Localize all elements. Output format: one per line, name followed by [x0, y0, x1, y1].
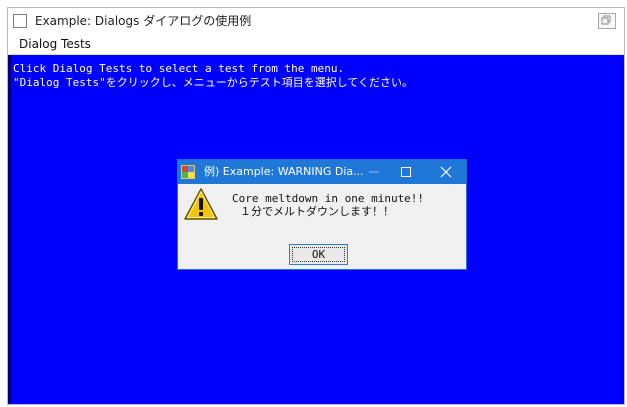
restore-button[interactable] — [598, 13, 616, 29]
minimize-icon — [369, 171, 379, 173]
dialog-titlebar[interactable]: 例) Example: WARNING Dia... — [178, 160, 466, 184]
menu-bar: Dialog Tests — [8, 35, 624, 55]
ok-button[interactable]: OK — [289, 244, 348, 265]
close-icon — [440, 166, 452, 178]
dialog-message-line-1: Core meltdown in one minute!! — [232, 192, 425, 205]
console-line-1: Click Dialog Tests to select a test from… — [13, 62, 345, 75]
window-titlebar[interactable]: Example: Dialogs ダイアログの使用例 — [8, 8, 624, 35]
dialog-message-line-2: １分でメルトダウンします！！ — [240, 205, 394, 218]
dialog-title: 例) Example: WARNING Dia... — [204, 165, 364, 178]
warning-icon — [182, 186, 220, 224]
window-icon — [13, 14, 27, 28]
restore-icon — [601, 15, 611, 25]
minimize-button[interactable] — [359, 160, 389, 184]
app-icon — [181, 164, 195, 179]
maximize-button[interactable] — [391, 160, 421, 184]
menu-dialog-tests[interactable]: Dialog Tests — [15, 37, 95, 52]
console-line-2: "Dialog Tests"をクリックし、メニューからテスト項目を選択してくださ… — [13, 76, 414, 89]
window-title: Example: Dialogs ダイアログの使用例 — [35, 14, 252, 28]
client-left-border — [8, 55, 11, 404]
close-button[interactable] — [431, 160, 461, 184]
warning-dialog: 例) Example: WARNING Dia... Core meltdown — [177, 159, 467, 270]
maximize-icon — [401, 167, 411, 177]
